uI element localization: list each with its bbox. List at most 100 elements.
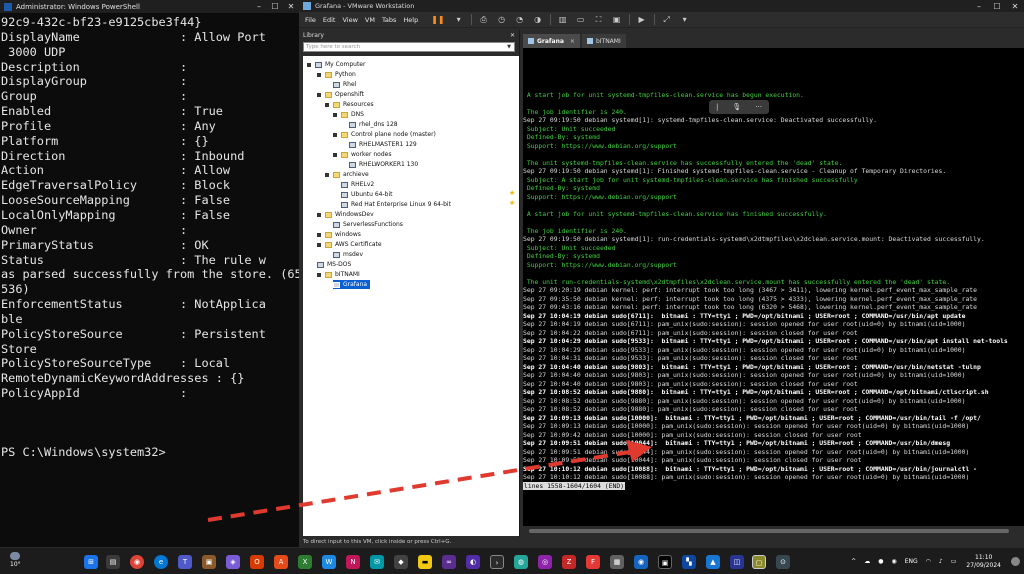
tree-item-resources[interactable]: Resources — [325, 100, 374, 109]
chevron-down-icon[interactable]: ▼ — [507, 44, 511, 50]
tree-item-serverlessfunctions[interactable]: ServerlessFunctions — [333, 220, 403, 229]
battery-icon[interactable]: ▭ — [951, 558, 957, 565]
microphone-icon[interactable]: 🎙 — [732, 103, 741, 111]
collapse-icon[interactable] — [317, 72, 321, 77]
menu-file[interactable]: File — [305, 16, 316, 24]
word-icon[interactable]: W — [322, 555, 336, 569]
tree-item-ms-dos[interactable]: MS-DOS — [317, 260, 351, 269]
tree-item-windowsdev[interactable]: WindowsDev — [317, 210, 374, 219]
tray-app-icon[interactable]: ◉ — [891, 558, 896, 565]
collapse-icon[interactable] — [325, 172, 329, 177]
onenote-icon[interactable]: N — [346, 555, 360, 569]
notification-icon[interactable] — [1011, 557, 1020, 566]
app-icon[interactable]: ▣ — [658, 555, 672, 569]
tree-item-openshift[interactable]: Openshift — [317, 90, 364, 99]
app-icon[interactable]: ▚ — [682, 555, 696, 569]
tree-item-rhelworker1[interactable]: RHELWORKER1 130 — [349, 160, 418, 169]
filezilla-icon[interactable]: Z — [562, 555, 576, 569]
tree-item-windows[interactable]: windows — [317, 230, 361, 239]
collapse-icon[interactable] — [333, 132, 337, 137]
stretch-dropdown-icon[interactable]: ▾ — [678, 14, 692, 25]
tab-bitnami[interactable]: bITNAMI — [581, 34, 626, 48]
vmware-window[interactable]: Grafana - VMware Workstation – ☐ ✕ File … — [299, 0, 1024, 547]
pdf-icon[interactable]: A — [274, 555, 288, 569]
pause-icon[interactable]: ❚❚ — [431, 15, 444, 24]
weather-widget[interactable]: 10° — [10, 552, 21, 568]
library-tree[interactable]: My Computer Python Rhel Openshift Resour… — [303, 56, 519, 536]
vmware-titlebar[interactable]: Grafana - VMware Workstation – ☐ ✕ — [299, 0, 1024, 12]
tree-item-aws-certificate[interactable]: AWS Certificate — [317, 240, 382, 249]
tree-item-grafana[interactable]: Grafana — [333, 280, 371, 289]
collapse-icon[interactable] — [317, 92, 321, 97]
library-close-icon[interactable]: ✕ — [510, 32, 515, 39]
tab-grafana[interactable]: Grafana × — [523, 34, 580, 48]
menu-help[interactable]: Help — [403, 16, 418, 24]
more-icon[interactable]: ··· — [755, 103, 762, 111]
minimize-icon[interactable]: – — [970, 2, 988, 11]
send-ctrl-alt-del-icon[interactable]: ⎙ — [477, 14, 491, 25]
maximize-icon[interactable]: ☐ — [988, 2, 1006, 11]
app-icon[interactable]: ◈ — [226, 555, 240, 569]
app-icon[interactable]: ◫ — [730, 555, 744, 569]
powershell-output[interactable]: 92c9-432c-bf23-e9125cbe3f44} DisplayName … — [0, 13, 299, 460]
volume-icon[interactable]: ♪ — [939, 558, 943, 565]
tree-item-bitnami[interactable]: bITNAMI — [317, 270, 360, 279]
terminal-icon[interactable]: › — [490, 555, 504, 569]
tree-item-redhat-9[interactable]: Red Hat Enterprise Linux 9 64-bit — [341, 200, 451, 209]
tree-item-dns[interactable]: DNS — [333, 110, 364, 119]
collapse-icon[interactable] — [325, 102, 329, 107]
tree-item-rhelmaster1[interactable]: RHELMASTER1 129 — [349, 140, 417, 149]
tree-item-archieve[interactable]: archieve — [325, 170, 369, 179]
chrome-icon[interactable]: ◉ — [130, 555, 144, 569]
dropdown-icon[interactable]: ▾ — [452, 14, 466, 25]
app-icon[interactable]: ◐ — [466, 555, 480, 569]
close-icon[interactable]: ✕ — [1006, 2, 1024, 11]
tree-item-ubuntu[interactable]: Ubuntu 64-bit — [341, 190, 393, 199]
menu-tabs[interactable]: Tabs — [382, 16, 396, 24]
collapse-icon[interactable] — [317, 232, 321, 237]
menu-view[interactable]: View — [342, 16, 357, 24]
tray-app-icon[interactable]: ● — [878, 558, 883, 565]
stretch-icon[interactable]: ⤢ — [660, 14, 674, 25]
edge-icon[interactable]: e — [154, 555, 168, 569]
tree-item-rhel-dns[interactable]: rhel_dns 128 — [349, 120, 398, 129]
app-icon[interactable]: ▲ — [706, 555, 720, 569]
library-toggle-icon[interactable]: ▥ — [556, 14, 570, 25]
file-explorer-icon[interactable]: ▬ — [418, 555, 432, 569]
tree-item-worker-nodes[interactable]: worker nodes — [333, 150, 391, 159]
revert-snapshot-icon[interactable]: ◔ — [513, 14, 527, 25]
start-icon[interactable]: ⊞ — [84, 555, 98, 569]
app-icon[interactable]: ⊙ — [776, 555, 790, 569]
collapse-icon[interactable] — [333, 112, 337, 117]
collapse-icon[interactable] — [317, 272, 321, 277]
cloud-icon[interactable]: ☁ — [864, 558, 870, 565]
filezilla-icon[interactable]: F — [586, 555, 600, 569]
tree-item-my-computer[interactable]: My Computer — [307, 60, 365, 69]
collapse-icon[interactable] — [317, 212, 321, 217]
teams-icon[interactable]: T — [178, 555, 192, 569]
tree-item-control-plane[interactable]: Control plane node (master) — [333, 130, 436, 139]
app-icon[interactable]: ◎ — [538, 555, 552, 569]
collapse-icon[interactable] — [317, 242, 321, 247]
office-icon[interactable]: O — [250, 555, 264, 569]
app-icon[interactable]: ◆ — [394, 555, 408, 569]
tree-item-python[interactable]: Python — [317, 70, 356, 79]
app-icon[interactable]: ▦ — [610, 555, 624, 569]
menu-vm[interactable]: VM — [365, 16, 375, 24]
powershell-titlebar[interactable]: Administrator: Windows PowerShell – ☐ ✕ — [0, 0, 299, 13]
language-indicator[interactable]: ENG — [905, 558, 918, 565]
console-view-icon[interactable]: ▶ — [635, 14, 649, 25]
outlook-icon[interactable]: ✉ — [370, 555, 384, 569]
menu-edit[interactable]: Edit — [323, 16, 336, 24]
unity-icon[interactable]: ▣ — [610, 14, 624, 25]
tree-item-rhelv2[interactable]: RHELv2 — [341, 180, 374, 189]
excel-icon[interactable]: X — [298, 555, 312, 569]
tab-close-icon[interactable]: × — [570, 38, 575, 45]
vs-icon[interactable]: ∞ — [442, 555, 456, 569]
vm-console[interactable]: A start job for unit systemd-tmpfiles-cl… — [523, 48, 1024, 526]
powershell-window[interactable]: Administrator: Windows PowerShell – ☐ ✕ … — [0, 0, 299, 547]
task-view-icon[interactable]: ▤ — [106, 555, 120, 569]
snapshot-icon[interactable]: ◷ — [495, 14, 509, 25]
drag-handle-icon[interactable]: | — [716, 103, 718, 111]
chevron-up-icon[interactable]: ^ — [851, 558, 856, 565]
